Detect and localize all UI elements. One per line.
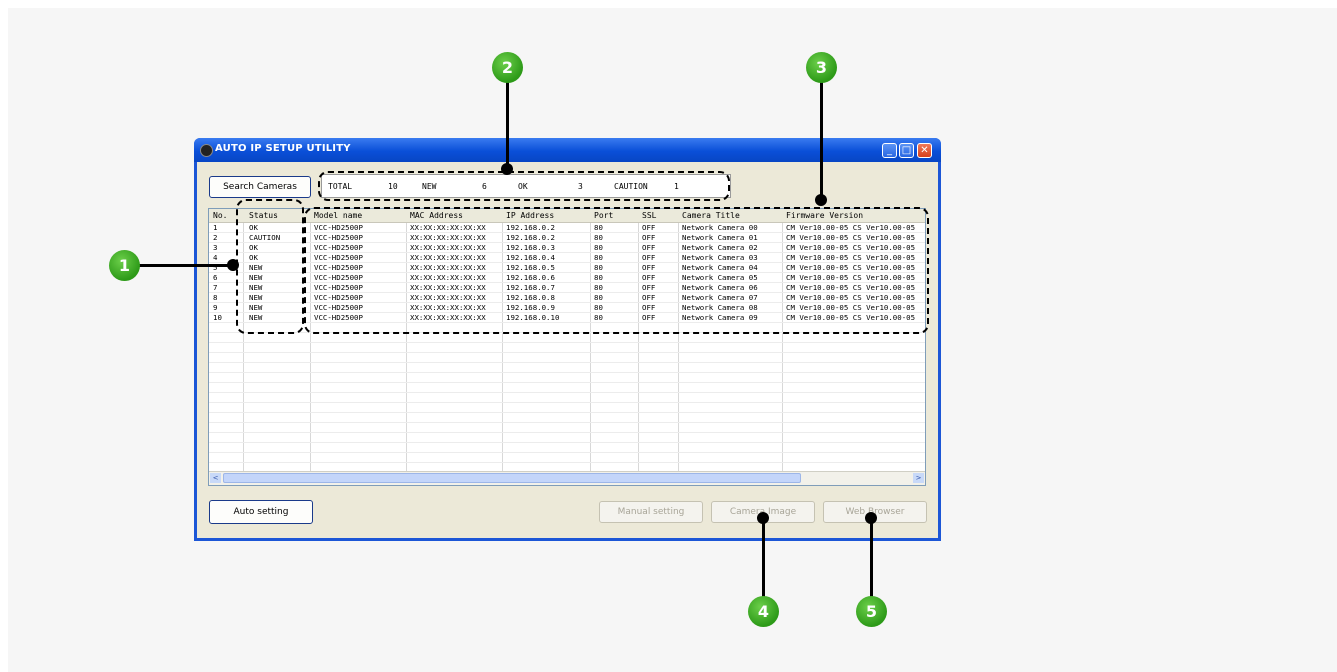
callout-2-highlight — [318, 171, 730, 201]
callout-4-badge: 4 — [748, 596, 779, 627]
row-divider — [209, 382, 925, 383]
row-divider — [209, 442, 925, 443]
close-button[interactable]: ✕ — [917, 143, 932, 158]
callout-1-badge: 1 — [109, 250, 140, 281]
callout-3-badge: 3 — [806, 52, 837, 83]
scroll-left-button[interactable]: < — [210, 473, 221, 483]
callout-2-leader — [506, 80, 509, 170]
callout-1-pointer — [227, 259, 239, 271]
scrollbar-thumb[interactable] — [223, 473, 801, 483]
scroll-right-button[interactable]: > — [913, 473, 924, 483]
search-cameras-button[interactable]: Search Cameras — [209, 176, 311, 198]
callout-3-highlight — [304, 207, 929, 334]
row-divider — [209, 452, 925, 453]
row-divider — [209, 462, 925, 463]
minimize-icon: _ — [887, 145, 892, 156]
row-divider — [209, 412, 925, 413]
row-divider — [209, 422, 925, 423]
callout-5-leader — [870, 518, 873, 598]
cell-no: 8 — [213, 293, 218, 302]
cell-no: 9 — [213, 303, 218, 312]
callout-4-pointer — [757, 512, 769, 524]
arrow-left-icon: < — [212, 474, 219, 482]
cell-no: 6 — [213, 273, 218, 282]
maximize-button[interactable]: □ — [899, 143, 914, 158]
row-divider — [209, 402, 925, 403]
row-divider — [209, 392, 925, 393]
row-divider — [209, 362, 925, 363]
camera-app-icon — [200, 144, 213, 157]
title-bar[interactable]: AUTO IP SETUP UTILITY _ □ ✕ — [194, 138, 941, 162]
callout-3-pointer — [815, 194, 827, 206]
callout-3-leader — [820, 80, 823, 200]
minimize-button[interactable]: _ — [882, 143, 897, 158]
cell-no: 4 — [213, 253, 218, 262]
row-divider — [209, 342, 925, 343]
auto-setting-button[interactable]: Auto setting — [209, 500, 313, 524]
cell-no: 3 — [213, 243, 218, 252]
callout-1-highlight — [236, 199, 304, 334]
arrow-right-icon: > — [915, 474, 922, 482]
callout-5-pointer — [865, 512, 877, 524]
cell-no: 7 — [213, 283, 218, 292]
callout-2-pointer — [501, 163, 513, 175]
row-divider — [209, 352, 925, 353]
col-header-no[interactable]: No. — [213, 211, 227, 220]
cell-no: 10 — [213, 313, 222, 322]
row-divider — [209, 372, 925, 373]
row-divider — [209, 432, 925, 433]
cell-no: 1 — [213, 223, 218, 232]
callout-2-badge: 2 — [492, 52, 523, 83]
cell-no: 2 — [213, 233, 218, 242]
callout-1-leader — [138, 264, 234, 267]
manual-setting-button[interactable]: Manual setting — [599, 501, 703, 523]
callout-5-badge: 5 — [856, 596, 887, 627]
window-title: AUTO IP SETUP UTILITY — [215, 143, 351, 154]
maximize-icon: □ — [901, 145, 912, 156]
close-icon: ✕ — [920, 145, 929, 156]
callout-4-leader — [762, 518, 765, 598]
horizontal-scrollbar[interactable]: < > — [209, 471, 925, 485]
